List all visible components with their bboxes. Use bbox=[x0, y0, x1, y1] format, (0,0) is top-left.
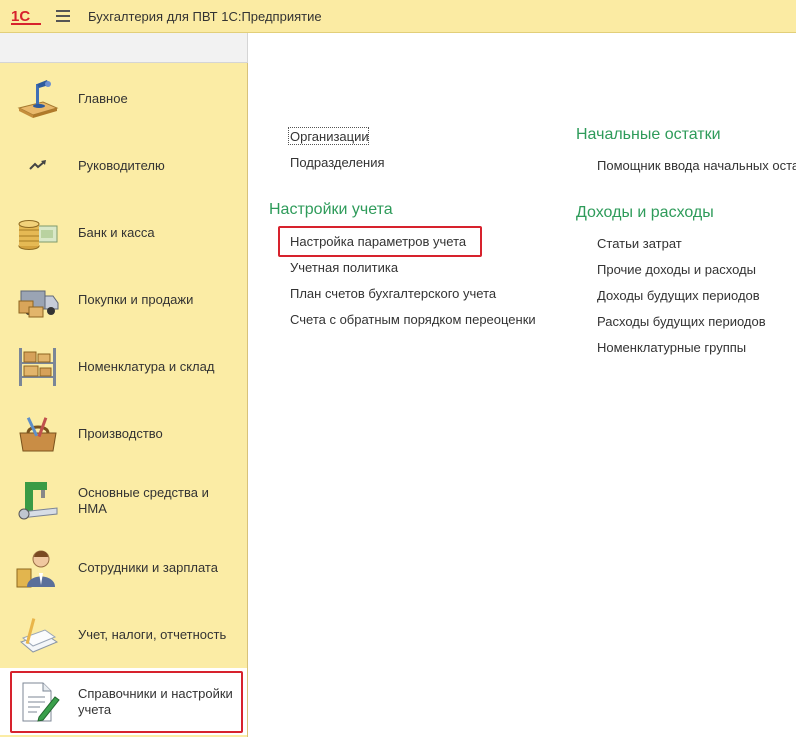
sidebar-item-main[interactable]: Главное bbox=[0, 65, 247, 132]
sidebar-item-manager[interactable]: Руководителю bbox=[0, 132, 247, 199]
link-opening-balances-assistant[interactable]: Помощник ввода начальных оста bbox=[597, 158, 796, 173]
sidebar-item-label: Учет, налоги, отчетность bbox=[78, 626, 227, 642]
main-menu-icon[interactable] bbox=[56, 10, 70, 22]
app-title: Бухгалтерия для ПВТ 1С:Предприятие bbox=[88, 8, 322, 24]
sidebar-item-label: Главное bbox=[78, 90, 128, 106]
group-title-opening-balances: Начальные остатки bbox=[576, 126, 721, 143]
sidebar-item-taxes[interactable]: Учет, налоги, отчетность bbox=[0, 601, 247, 668]
warehouse-shelf-icon bbox=[14, 343, 62, 391]
link-other-income-expenses[interactable]: Прочие доходы и расходы bbox=[597, 262, 756, 277]
sidebar-item-label: Банк и касса bbox=[78, 224, 155, 240]
focus-outline bbox=[288, 127, 369, 145]
coins-icon bbox=[14, 209, 62, 257]
link-departments[interactable]: Подразделения bbox=[290, 155, 385, 170]
sidebar-item-settings[interactable]: Справочники и настройки учета bbox=[0, 668, 247, 735]
sidebar-item-employees[interactable]: Сотрудники и зарплата bbox=[0, 534, 247, 601]
sidebar-item-fixed-assets[interactable]: Основные средства и НМА bbox=[0, 467, 247, 534]
sidebar-item-label: Производство bbox=[78, 425, 163, 441]
desk-lamp-icon bbox=[14, 75, 62, 123]
sections-panel: Главное Руководителю Банк и касса Покупк… bbox=[0, 63, 248, 737]
link-deferred-income[interactable]: Доходы будущих периодов bbox=[597, 288, 760, 303]
sidebar-item-label: Справочники и настройки учета bbox=[78, 685, 233, 717]
report-icon bbox=[14, 611, 62, 659]
employee-icon bbox=[14, 544, 62, 592]
1c-logo-icon[interactable]: 1С bbox=[10, 6, 44, 26]
sidebar-item-label: Сотрудники и зарплата bbox=[78, 559, 218, 575]
trend-icon bbox=[14, 142, 62, 190]
link-expense-items[interactable]: Статьи затрат bbox=[597, 236, 682, 251]
sidebar-item-label: Номенклатура и склад bbox=[78, 358, 215, 374]
sidebar-item-label: Руководителю bbox=[78, 157, 165, 173]
sidebar-item-label: Покупки и продажи bbox=[78, 291, 194, 307]
link-reverse-revaluation-accounts[interactable]: Счета с обратным порядком переоценки bbox=[290, 312, 536, 327]
svg-text:1С: 1С bbox=[11, 8, 30, 25]
link-accounting-parameters[interactable]: Настройка параметров учета bbox=[290, 234, 466, 249]
panel-top-strip bbox=[0, 33, 248, 63]
sidebar-item-production[interactable]: Производство bbox=[0, 400, 247, 467]
group-title-accounting-settings: Настройки учета bbox=[269, 201, 393, 218]
link-deferred-expenses[interactable]: Расходы будущих периодов bbox=[597, 314, 766, 329]
link-accounting-policy[interactable]: Учетная политика bbox=[290, 260, 398, 275]
link-item-groups[interactable]: Номенклатурные группы bbox=[597, 340, 746, 355]
link-chart-of-accounts[interactable]: План счетов бухгалтерского учета bbox=[290, 286, 496, 301]
sidebar-item-purchases[interactable]: Покупки и продажи bbox=[0, 266, 247, 333]
sidebar-item-warehouse[interactable]: Номенклатура и склад bbox=[0, 333, 247, 400]
sidebar-item-label: Основные средства и НМА bbox=[78, 484, 209, 516]
document-pen-icon bbox=[14, 678, 62, 726]
title-bar: 1С Бухгалтерия для ПВТ 1С:Предприятие bbox=[0, 0, 796, 33]
sidebar-item-bank[interactable]: Банк и касса bbox=[0, 199, 247, 266]
machine-icon bbox=[14, 477, 62, 525]
toolbox-icon bbox=[14, 410, 62, 458]
truck-icon bbox=[14, 276, 62, 324]
group-title-income-expenses: Доходы и расходы bbox=[576, 204, 714, 221]
